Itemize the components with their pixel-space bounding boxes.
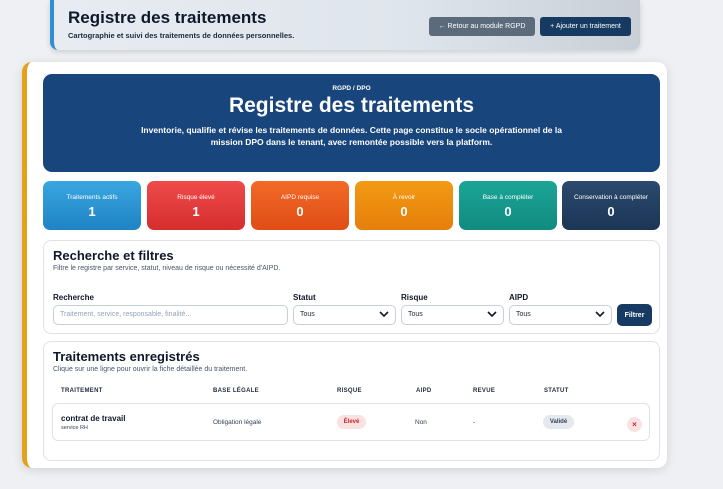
kpi-label: Traitements actifs (66, 194, 118, 201)
statut-value: Tous (300, 311, 315, 318)
delete-icon[interactable]: × (627, 417, 642, 432)
records-title: Traitements enregistrés (53, 349, 200, 364)
risque-label: Risque (401, 293, 428, 302)
kpi-to-review[interactable]: À revoir 0 (355, 181, 453, 230)
kpi-value: 0 (504, 204, 512, 219)
aipd-label: AIPD (509, 293, 529, 302)
statut-label: Statut (293, 293, 316, 302)
column-header-aipd: AIPD (416, 388, 432, 394)
filters-title: Recherche et filtres (53, 248, 174, 263)
kpi-row: Traitements actifs 1 Risque élevé 1 AIPD… (43, 181, 660, 230)
hero-banner: RGPD / DPO Registre des traitements Inve… (43, 74, 660, 172)
top-header: Registre des traitements Cartographie et… (50, 0, 640, 50)
chevron-down-icon (595, 311, 605, 318)
aipd-select[interactable]: Tous (509, 305, 612, 325)
kpi-label: À revoir (392, 194, 416, 201)
kpi-value: 1 (192, 204, 200, 219)
chevron-down-icon (379, 311, 389, 318)
kpi-aipd-required[interactable]: AIPD requise 0 (251, 181, 349, 230)
back-to-rgpd-button[interactable]: ← Retour au module RGPD (429, 17, 535, 36)
risk-badge: Élevé (337, 415, 366, 429)
search-label: Recherche (53, 293, 94, 302)
statut-select[interactable]: Tous (293, 305, 396, 325)
column-header-status: STATUT (544, 388, 569, 394)
filters-hint: Filtre le registre par service, statut, … (53, 265, 281, 272)
kpi-active-treatments[interactable]: Traitements actifs 1 (43, 181, 141, 230)
kpi-high-risk[interactable]: Risque élevé 1 (147, 181, 245, 230)
add-treatment-button[interactable]: + Ajouter un traitement (540, 17, 631, 36)
column-header-review: REVUE (473, 388, 496, 394)
kpi-label: AIPD requise (280, 194, 320, 201)
treatment-name: contrat de travail (61, 414, 126, 423)
treatment-service: service RH (61, 425, 88, 431)
kpi-label: Conservation à compléter (573, 194, 649, 201)
main-card: RGPD / DPO Registre des traitements Inve… (22, 62, 667, 468)
filter-button[interactable]: Filtrer (617, 304, 652, 326)
risque-select[interactable]: Tous (401, 305, 504, 325)
legal-basis-cell: Obligation légale (213, 419, 262, 426)
kpi-value: 1 (88, 204, 96, 219)
kpi-base-to-complete[interactable]: Base à compléter 0 (459, 181, 557, 230)
records-panel: Traitements enregistrés Clique sur une l… (43, 341, 660, 461)
kpi-label: Base à compléter (482, 194, 534, 201)
header-title: Registre des traitements (68, 8, 267, 27)
hero-kicker: RGPD / DPO (332, 85, 371, 92)
header-subtitle: Cartographie et suivi des traitements de… (68, 31, 295, 40)
records-hint: Clique sur une ligne pour ouvrir la fich… (53, 366, 248, 373)
kpi-value: 0 (400, 204, 408, 219)
column-header-legal-basis: BASE LÉGALE (213, 388, 259, 394)
kpi-value: 0 (607, 204, 615, 219)
search-input[interactable]: Traitement, service, responsable, finali… (53, 305, 288, 325)
filters-panel: Recherche et filtres Filtre le registre … (43, 240, 660, 334)
hero-description: Inventorie, qualifie et révise les trait… (141, 125, 562, 147)
risque-value: Tous (408, 311, 423, 318)
chevron-down-icon (487, 311, 497, 318)
kpi-label: Risque élevé (177, 194, 215, 201)
aipd-value: Tous (516, 311, 531, 318)
hero-title: Registre des traitements (228, 94, 475, 117)
column-header-risk: RISQUE (337, 388, 362, 394)
aipd-cell: Non (415, 419, 427, 426)
kpi-retention-to-complete[interactable]: Conservation à compléter 0 (562, 181, 660, 230)
review-cell: - (473, 419, 476, 426)
status-badge: Validé (543, 415, 574, 429)
table-row[interactable]: contrat de travail service RH Obligation… (52, 403, 650, 441)
kpi-value: 0 (296, 204, 304, 219)
column-header-treatment: TRAITEMENT (61, 388, 103, 394)
